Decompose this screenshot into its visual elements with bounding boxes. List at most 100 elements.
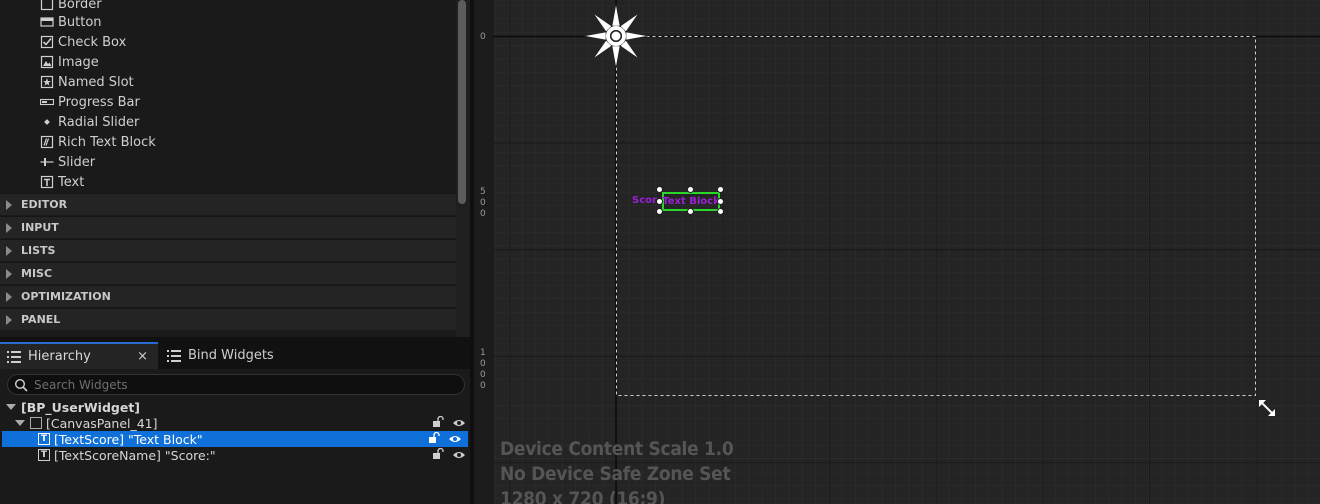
button-icon (40, 15, 54, 29)
palette-item-rich-text-block[interactable]: Rich Text Block (40, 132, 156, 152)
ruler-label: 0 (480, 381, 486, 391)
resize-handle[interactable] (717, 198, 724, 205)
palette-item-named-slot[interactable]: Named Slot (40, 72, 134, 92)
category-label: PANEL (21, 313, 61, 326)
expand-arrow-icon (6, 268, 12, 279)
expand-arrow-icon (6, 222, 12, 233)
hierarchy-panel: Hierarchy × Bind Widgets [BP_UserWidget]… (0, 337, 470, 504)
visibility-eye-icon[interactable] (448, 432, 462, 447)
tree-row-label: [TextScore] "Text Block" (54, 431, 203, 447)
expand-arrow-icon (6, 314, 12, 325)
vertical-ruler (474, 0, 494, 504)
palette-item-text[interactable]: Text (40, 172, 84, 192)
ruler-label: 0 (480, 359, 486, 369)
text-block-label: Text Block (662, 196, 720, 207)
anchor-icon[interactable] (583, 3, 649, 69)
list-icon (167, 349, 181, 362)
expand-arrow-icon (6, 199, 12, 210)
expand-arrow-icon (6, 291, 12, 302)
collapse-arrow-icon[interactable] (15, 420, 25, 426)
ruler-label: 0 (480, 209, 486, 219)
palette-item-label: Progress Bar (58, 94, 140, 110)
tab-label: Bind Widgets (188, 348, 274, 363)
tree-row-canvas-panel[interactable]: [CanvasPanel_41] (0, 415, 470, 431)
border-icon (40, 0, 54, 11)
visibility-eye-icon[interactable] (452, 448, 466, 463)
collapse-arrow-icon[interactable] (6, 404, 16, 410)
resize-handle[interactable] (656, 198, 663, 205)
resize-handle[interactable] (717, 186, 724, 193)
tree-row-text-score[interactable]: T [TextScore] "Text Block" (2, 431, 468, 447)
palette-item-label: Button (58, 14, 102, 30)
checkbox-icon (40, 35, 54, 49)
canvas-panel-icon (30, 417, 42, 429)
resolution-text: 1280 x 720 (16:9) (500, 488, 666, 504)
ruler-label: 1 (480, 348, 486, 358)
row-actions (432, 415, 466, 431)
category-label: MISC (21, 267, 53, 280)
designer-canvas[interactable] (470, 0, 1320, 504)
ruler-label: 0 (480, 370, 486, 380)
tab-hierarchy[interactable]: Hierarchy × (0, 342, 158, 369)
category-input[interactable]: INPUT (0, 216, 456, 238)
ruler-label: 5 (480, 187, 486, 197)
palette-item-label: Radial Slider (58, 114, 140, 130)
tree-row-text-score-name[interactable]: T [TextScoreName] "Score:" (0, 447, 470, 463)
expand-arrow-icon (6, 245, 12, 256)
slider-icon (40, 155, 54, 169)
search-icon (14, 378, 28, 392)
unlock-icon[interactable] (432, 415, 444, 431)
palette-item-label: Border (58, 0, 102, 12)
tab-bind-widgets[interactable]: Bind Widgets (160, 342, 290, 369)
palette-item-radial-slider[interactable]: Radial Slider (40, 112, 139, 132)
hierarchy-tab-bar: Hierarchy × Bind Widgets (0, 337, 470, 369)
close-icon[interactable]: × (137, 349, 148, 364)
palette-item-label: Text (58, 174, 85, 190)
palette-item-label: Rich Text Block (58, 134, 156, 150)
list-icon (7, 350, 21, 363)
category-lists[interactable]: LISTS (0, 239, 456, 261)
rich-text-icon (40, 135, 54, 149)
category-misc[interactable]: MISC (0, 262, 456, 284)
unlock-icon[interactable] (432, 447, 444, 463)
safe-zone-text: No Device Safe Zone Set (500, 463, 731, 485)
tree-row-label: [TextScoreName] "Score:" (54, 447, 216, 463)
resize-handle[interactable] (656, 208, 663, 215)
category-editor[interactable]: EDITOR (0, 193, 456, 215)
radial-slider-icon (40, 115, 54, 129)
device-scale-text: Device Content Scale 1.0 (500, 438, 734, 460)
palette-item-image[interactable]: Image (40, 52, 99, 72)
unlock-icon[interactable] (428, 431, 440, 447)
resize-handle[interactable] (717, 208, 724, 215)
resize-handle[interactable] (687, 186, 694, 193)
palette-item-slider[interactable]: Slider (40, 152, 95, 172)
resize-handle[interactable] (656, 186, 663, 193)
category-label: INPUT (21, 221, 59, 234)
visibility-eye-icon[interactable] (452, 416, 466, 431)
search-input[interactable] (34, 377, 434, 392)
palette-item-button[interactable]: Button (40, 12, 102, 32)
tree-row-root[interactable]: [BP_UserWidget] (0, 399, 470, 415)
progress-bar-icon (40, 95, 54, 109)
resize-handle[interactable] (687, 208, 694, 215)
row-actions (432, 447, 466, 463)
text-block-icon: T (38, 433, 50, 445)
category-panel[interactable]: PANEL (0, 308, 456, 330)
palette-panel: Border Button Check Box Image Named Slot… (0, 0, 470, 337)
palette-item-progress-bar[interactable]: Progress Bar (40, 92, 140, 112)
search-box[interactable] (7, 374, 465, 395)
category-optimization[interactable]: OPTIMIZATION (0, 285, 456, 307)
text-block-icon: T (38, 449, 50, 461)
palette-item-label: Image (58, 54, 99, 70)
palette-scrollbar[interactable] (458, 0, 466, 204)
screen-resize-icon[interactable] (1257, 398, 1277, 418)
category-label: OPTIMIZATION (21, 290, 111, 303)
palette-item-label: Slider (58, 154, 96, 170)
score-name-text-widget[interactable]: Score: (632, 194, 659, 208)
category-label: EDITOR (21, 198, 68, 211)
row-actions (428, 431, 462, 447)
tree-row-label: [CanvasPanel_41] (46, 415, 158, 431)
palette-item-check-box[interactable]: Check Box (40, 32, 126, 52)
category-label: LISTS (21, 244, 56, 257)
designer-grid (470, 0, 1320, 504)
